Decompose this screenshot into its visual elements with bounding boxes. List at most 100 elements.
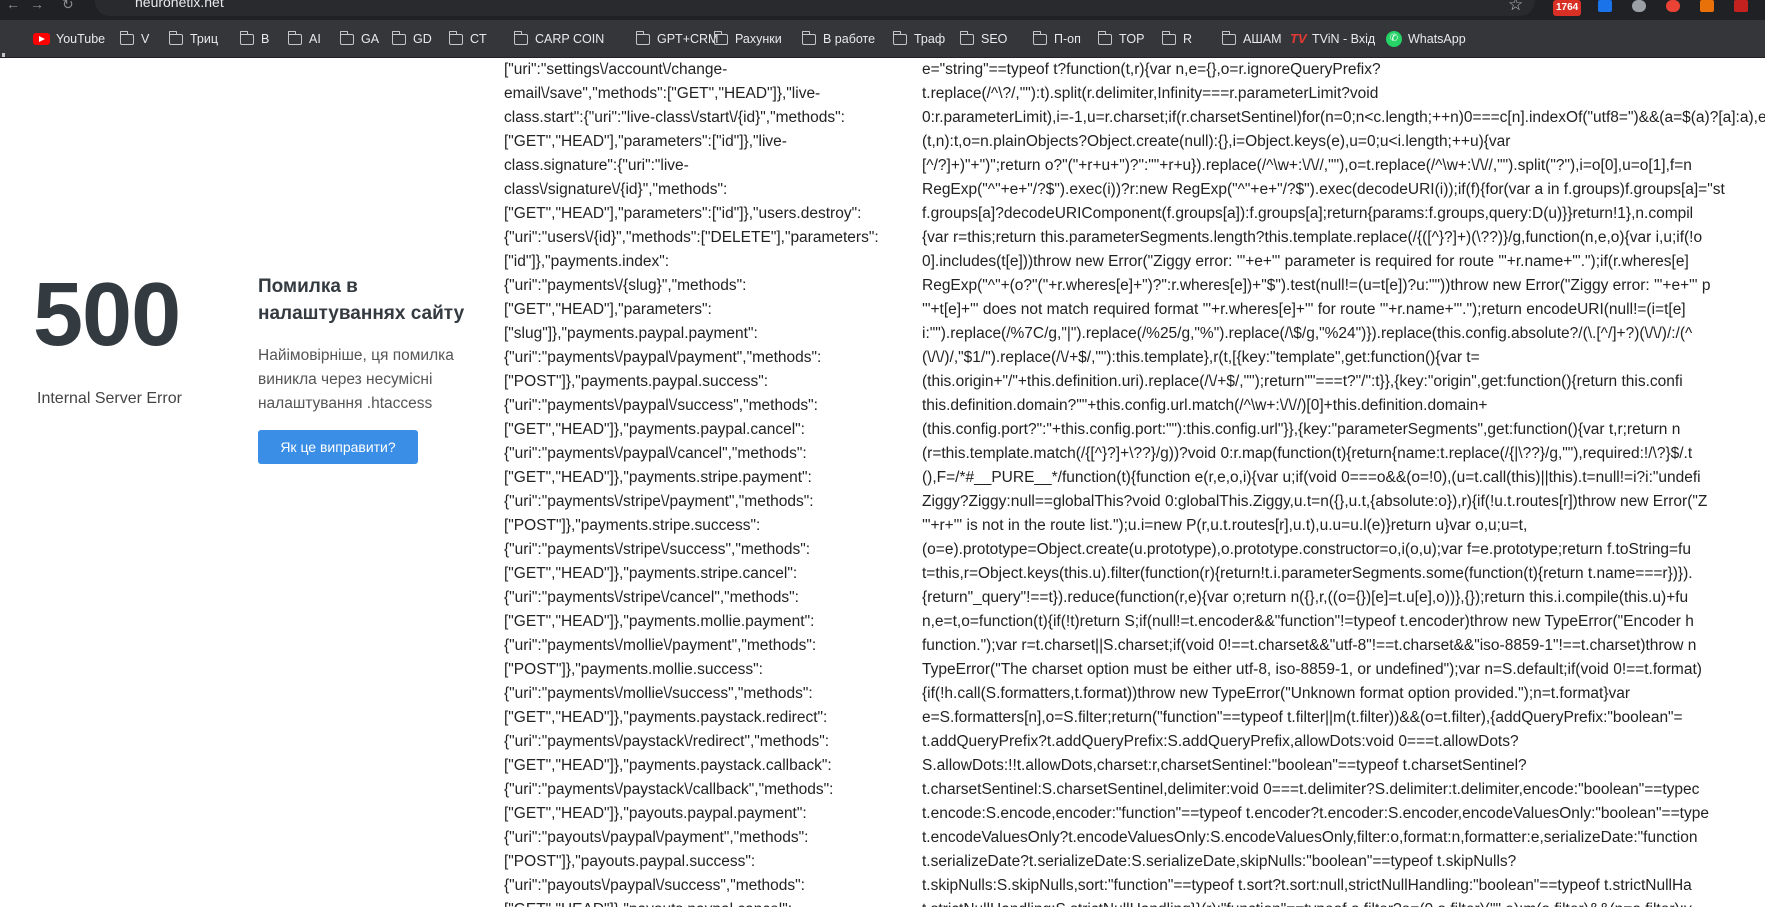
address-bar[interactable] <box>95 0 1535 16</box>
code-line: ["slug"]},"payments.paypal.payment": <box>504 325 758 342</box>
code-line: i:"").replace(/%7C/g,"|").replace(/%25/g… <box>922 325 1693 342</box>
code-line: Ziggy?Ziggy:null==globalThis?void 0:glob… <box>922 493 1708 510</box>
code-line: [^/?]+)"+")";return o?"("+r+u+")?":""+r+… <box>922 157 1692 174</box>
folder-icon <box>339 30 354 45</box>
code-line: t.skipNulls:S.skipNulls,sort:"function"=… <box>922 877 1692 894</box>
code-line: this.definition.domain?""+this.config.ur… <box>922 397 1488 414</box>
extension-icon[interactable] <box>1700 0 1714 12</box>
folder-icon <box>513 30 528 45</box>
routes-json-dump: ["uri":"settings\/account\/change-email\… <box>504 58 914 907</box>
code-line: (),F=/*#__PURE__*/function(t){function e… <box>922 469 1701 486</box>
bookmark-item[interactable]: TOP <box>1097 20 1144 58</box>
bookmark-item[interactable]: Рахунки <box>713 20 782 58</box>
folder-icon <box>1097 30 1112 45</box>
page-content: 500 Internal Server Error Помилка в нала… <box>0 58 1765 907</box>
whatsapp-icon: ✆ <box>1386 31 1402 47</box>
code-line: '"+t[e]+"' does not match required forma… <box>922 301 1686 318</box>
forward-arrow-icon[interactable]: → <box>30 0 44 14</box>
code-line: class.start":{"uri":"live-class\/start\/… <box>504 109 845 126</box>
bookmark-item[interactable]: АШАМ <box>1221 20 1282 58</box>
bookmark-label: SEO <box>981 32 1008 46</box>
bookmark-item[interactable]: GA <box>339 20 379 58</box>
bookmark-item[interactable]: ✆ WhatsApp <box>1386 20 1466 58</box>
code-line: f.groups[a]?decodeURIComponent(f.groups[… <box>922 205 1694 222</box>
shield-extension-icon[interactable] <box>1632 0 1646 12</box>
code-line: t.encodeValuesOnly?t.encodeValuesOnly:S.… <box>922 829 1698 846</box>
code-line: (t,n):t,o=n.plainObjects?Object.create(n… <box>922 133 1511 150</box>
code-line: ["id"]},"payments.index": <box>504 253 670 270</box>
code-line: TypeError("The charset option must be ei… <box>922 661 1702 678</box>
code-line: {"uri":"payments\/paypal\/payment","meth… <box>504 349 822 366</box>
bookmark-item[interactable]: CT <box>448 20 487 58</box>
code-line: t.charsetSentinel:S.charsetSentinel,deli… <box>922 781 1700 798</box>
bookmark-label: GPT+CRM <box>657 32 719 46</box>
how-to-fix-button[interactable]: Як це виправити? <box>258 430 418 464</box>
code-line: e=S.formatters[n],o=S.filter;return("fun… <box>922 709 1683 726</box>
code-line: S.allowDots:!!t.allowDots,charset:r,char… <box>922 757 1527 774</box>
bookmark-item[interactable]: YouTube <box>33 20 105 58</box>
code-line: class.signature":{"uri":"live- <box>504 157 689 174</box>
code-line: {var r=this;return this.parameterSegment… <box>922 229 1703 246</box>
code-line: {"uri":"payments\/paypal\/success","meth… <box>504 397 818 414</box>
folder-icon <box>635 30 650 45</box>
bookmark-label: YouTube <box>56 32 106 46</box>
bookmark-label: CT <box>470 32 487 46</box>
code-line: 0].includes(t[e]))throw new Error("Ziggy… <box>922 253 1689 270</box>
reload-icon[interactable]: ↻ <box>62 0 74 14</box>
bookmark-label: GD <box>413 32 432 46</box>
code-line: {"uri":"users\/{id}","methods":["DELETE"… <box>504 229 879 246</box>
error-code: 500 <box>33 265 181 365</box>
folder-icon <box>287 30 302 45</box>
code-line: ["GET","HEAD"]},"payments.stripe.cancel"… <box>504 565 798 582</box>
code-line: {return"_query"!==t}).reduce(function(r,… <box>922 589 1689 606</box>
code-line: {"uri":"payments\/{slug}","methods": <box>504 277 747 294</box>
code-line: t.strictNullHandling:S.strictNullHandlin… <box>922 898 1765 907</box>
code-line: {"uri":"payouts\/paypal\/success","metho… <box>504 877 805 894</box>
bookmark-item[interactable]: AI <box>287 20 321 58</box>
code-line: email\/save","methods":["GET","HEAD"]},"… <box>504 85 821 102</box>
code-line: ["GET","HEAD"]},"payments.paypal.cancel"… <box>504 421 805 438</box>
code-line: e="string"==typeof t?function(t,r){var n… <box>922 61 1381 78</box>
code-line: {"uri":"payments\/paypal\/cancel","metho… <box>504 445 807 462</box>
bookmark-item[interactable]: R <box>1161 20 1193 58</box>
bookmark-item[interactable]: GD <box>391 20 432 58</box>
address-bar-url[interactable]: neuronetix.net <box>135 0 224 9</box>
bookmark-label: WhatsApp <box>1408 32 1466 46</box>
code-line: 0:r.parameterLimit),i=-1,u=r.charset;if(… <box>922 109 1765 126</box>
bookmark-label: V <box>141 32 150 46</box>
extension-icon[interactable] <box>1734 0 1748 12</box>
bookmark-label: R <box>1183 32 1193 46</box>
bookmark-item[interactable]: V <box>119 20 150 58</box>
bookmark-item[interactable]: Триц <box>168 20 218 58</box>
code-line: {"uri":"payments\/stripe\/payment","meth… <box>504 493 814 510</box>
extension-badge[interactable]: 1764 <box>1553 0 1582 16</box>
error-title: Помилка в налаштуваннях сайту <box>258 276 465 324</box>
bookmark-label: В работе <box>823 32 876 46</box>
error-description: Найімовірніше, ця помилка виникла через … <box>258 347 454 412</box>
bookmark-item[interactable]: Траф <box>892 20 946 58</box>
browser-toolbar: ← → ↻ neuronetix.net ☆ 1764 <box>0 0 1765 20</box>
bookmark-item[interactable]: B <box>239 20 269 58</box>
bookmark-star-icon[interactable]: ☆ <box>1508 0 1523 13</box>
code-line: ["GET","HEAD"]},"payments.mollie.payment… <box>504 613 815 630</box>
extension-icon[interactable] <box>1598 0 1612 12</box>
bookmark-item[interactable]: П-оп <box>1032 20 1081 58</box>
code-line: ["GET","HEAD"],"parameters":["id"]},"liv… <box>504 133 787 150</box>
bookmark-label: АШАМ <box>1243 32 1282 46</box>
code-line: ["GET","HEAD"]},"payouts.paypal.cancel": <box>504 898 914 907</box>
bookmark-item[interactable]: SEO <box>959 20 1008 58</box>
bookmark-item[interactable]: CARP COIN <box>513 20 604 58</box>
code-line: function.");var r=t.charset||S.charset;i… <box>922 637 1697 654</box>
bookmark-item[interactable]: GPT+CRM <box>635 20 719 58</box>
extension-icon[interactable] <box>1666 0 1680 12</box>
bookmark-item[interactable]: TV TViN - Вхід <box>1290 20 1375 58</box>
bookmark-label: Траф <box>914 32 946 46</box>
back-arrow-icon[interactable]: ← <box>6 0 20 14</box>
code-line: (this.config.port?":"+this.config.port:"… <box>922 421 1681 438</box>
code-line: '"+r+"' is not in the route list.");u.i=… <box>922 517 1528 534</box>
bookmark-item[interactable]: В работе <box>801 20 876 58</box>
javascript-source-dump: e="string"==typeof t?function(t,r){var n… <box>922 58 1765 907</box>
code-line: {if(!h.call(S.formatters,t.format))throw… <box>922 685 1631 702</box>
code-line: {"uri":"payments\/mollie\/success","meth… <box>504 685 813 702</box>
code-line: ["POST"]},"payments.paypal.success": <box>504 373 769 390</box>
